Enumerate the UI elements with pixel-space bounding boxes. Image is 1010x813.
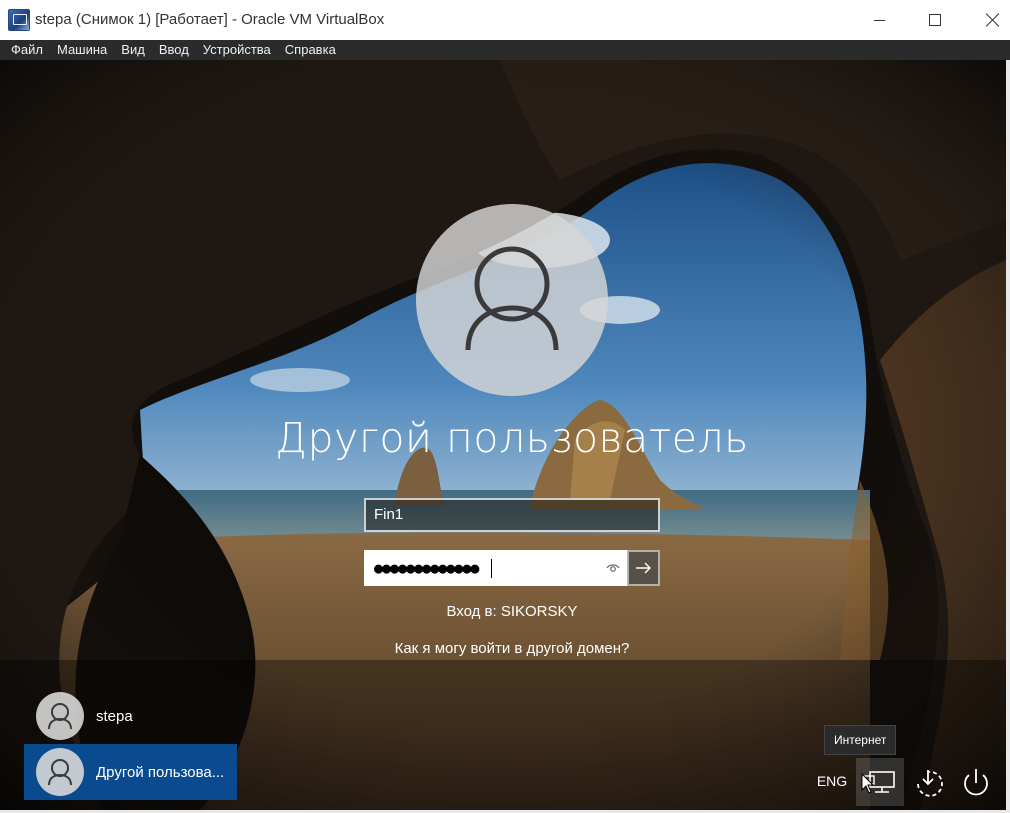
menu-help[interactable]: Справка: [278, 40, 343, 60]
power-icon: [964, 769, 988, 796]
user-icon: [48, 703, 72, 730]
user-tile-avatar: [36, 692, 84, 740]
user-icon: [48, 759, 72, 786]
language-indicator[interactable]: ENG: [810, 773, 854, 789]
menu-input[interactable]: Ввод: [152, 40, 196, 60]
reveal-password-icon[interactable]: [606, 562, 620, 574]
close-button[interactable]: [964, 0, 1010, 40]
minimize-button[interactable]: [850, 0, 908, 40]
ease-of-access-button[interactable]: [904, 758, 952, 806]
window-title: stepa (Снимок 1) [Работает] - Oracle VM …: [35, 11, 385, 28]
maximize-icon: [929, 14, 941, 26]
power-button[interactable]: [952, 758, 1000, 806]
user-icon: [465, 246, 559, 351]
user-tile-label: stepa: [96, 707, 133, 725]
menu-view[interactable]: Вид: [114, 40, 152, 60]
user-tile-label: Другой пользова...: [96, 763, 225, 781]
maximize-button[interactable]: [906, 0, 964, 40]
username-input[interactable]: Fin1: [364, 498, 660, 532]
password-mask: ●●●●●●●●●●●●●: [374, 559, 479, 577]
minimize-icon: [873, 19, 885, 21]
submit-button[interactable]: [627, 550, 660, 586]
other-domain-help-link[interactable]: Как я могу войти в другой домен?: [312, 640, 712, 657]
user-avatar: [416, 204, 608, 396]
title-bar: stepa (Снимок 1) [Работает] - Oracle VM …: [0, 0, 1010, 40]
menu-machine[interactable]: Машина: [50, 40, 114, 60]
close-icon: [986, 13, 1000, 27]
user-tile-stepa[interactable]: stepa: [24, 688, 237, 744]
ease-of-access-icon: [917, 770, 943, 797]
password-input[interactable]: ●●●●●●●●●●●●●: [364, 550, 628, 586]
user-tile-avatar: [36, 748, 84, 796]
vm-display[interactable]: Другой пользователь Fin1 ●●●●●●●●●●●●● В…: [0, 60, 1006, 810]
window-right-border: [1006, 60, 1010, 813]
menu-devices[interactable]: Устройства: [196, 40, 278, 60]
menu-file[interactable]: Файл: [4, 40, 50, 60]
network-tooltip: Интернет: [824, 725, 897, 755]
arrow-right-icon: [635, 562, 651, 574]
text-caret: [491, 559, 492, 578]
sign-in-domain-text: Вход в: SIKORSKY: [446, 603, 578, 620]
virtualbox-icon: [8, 9, 30, 31]
user-tile-other-user[interactable]: Другой пользова...: [24, 744, 237, 800]
menu-bar: Файл Машина Вид Ввод Устройства Справка: [0, 40, 1010, 60]
mouse-cursor-icon: [861, 773, 875, 794]
user-name-heading: Другой пользователь: [275, 414, 749, 462]
